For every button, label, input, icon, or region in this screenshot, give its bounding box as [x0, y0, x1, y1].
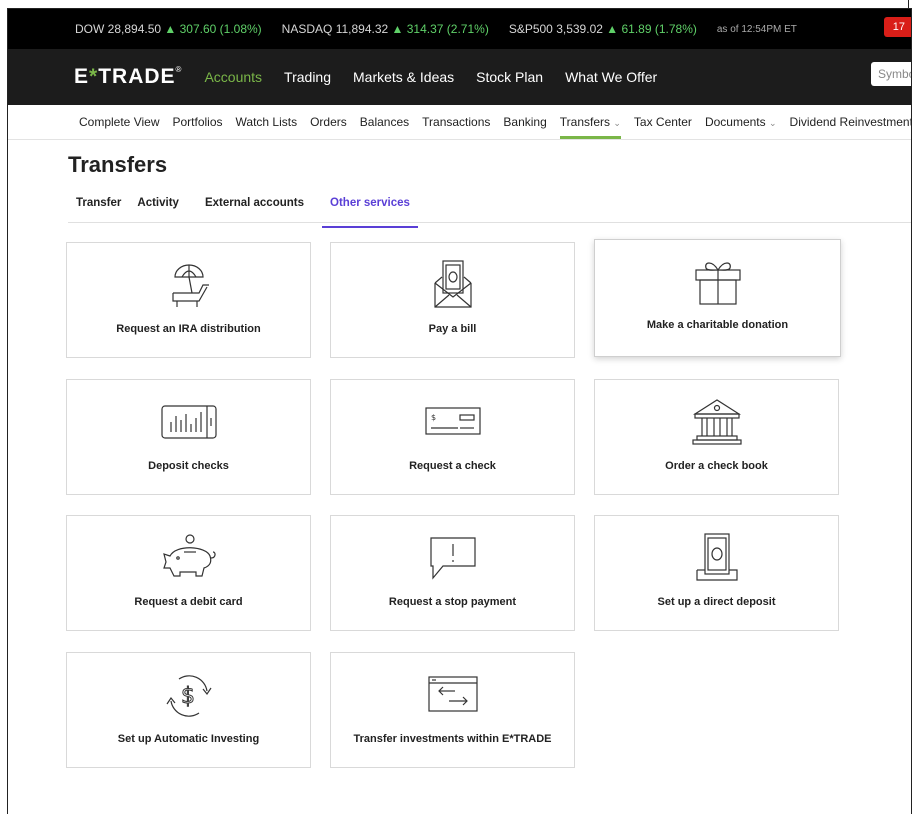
gift-icon	[595, 254, 840, 310]
service-label: Transfer investments within E*TRADE	[353, 733, 552, 745]
tab-transfer[interactable]: Transfer	[68, 197, 121, 222]
nav-what-we-offer[interactable]: What We Offer	[565, 69, 657, 85]
subnav-dividend-reinvestment[interactable]: Dividend Reinvestment	[790, 115, 911, 129]
page-title: Transfers	[68, 152, 168, 177]
main-nav: E*TRADE® Accounts Trading Markets & Idea…	[8, 49, 911, 105]
deposit-slot-icon	[595, 530, 838, 586]
nav-stock-plan[interactable]: Stock Plan	[476, 69, 543, 85]
service-card-charitable-donation[interactable]: Make a charitable donation	[594, 239, 841, 357]
subnav-watch-lists[interactable]: Watch Lists	[236, 115, 298, 129]
check-icon: $	[331, 394, 574, 450]
service-label: Request a debit card	[134, 596, 243, 608]
subnav-portfolios[interactable]: Portfolios	[172, 115, 222, 129]
svg-text:$: $	[431, 413, 436, 422]
subnav-transfers[interactable]: Transfers ⌄	[559, 115, 622, 139]
alert-bubble-icon	[331, 530, 574, 586]
service-label: Set up Automatic Investing	[117, 733, 260, 745]
service-card-request-check[interactable]: $ Request a check	[330, 379, 575, 495]
service-label: Request a stop payment	[388, 596, 517, 608]
tab-external-accounts[interactable]: External accounts	[197, 197, 304, 222]
service-card-ira-distribution[interactable]: Request an IRA distribution	[66, 242, 311, 358]
nav-accounts[interactable]: Accounts	[204, 69, 262, 85]
symbol-search-input[interactable]: Symbol	[871, 62, 911, 86]
service-label: Deposit checks	[148, 460, 229, 472]
transfer-window-icon	[331, 667, 574, 723]
service-label: Request a check	[409, 460, 496, 472]
dollar-cycle-icon: $	[67, 667, 310, 723]
service-card-order-check-book[interactable]: Order a check book	[594, 379, 839, 495]
envelope-cash-icon	[331, 257, 574, 313]
service-card-direct-deposit[interactable]: Set up a direct deposit	[594, 515, 839, 631]
mobile-check-icon	[67, 394, 310, 450]
subnav-transactions[interactable]: Transactions	[422, 115, 490, 129]
chevron-down-icon: ⌄	[768, 118, 777, 128]
svg-text:$: $	[181, 684, 195, 709]
transfer-tabs: Transfer Activity External accounts Othe…	[68, 197, 911, 228]
ticker-sp500[interactable]: S&P500 3,539.02 ▲ 61.89 (1.78%)	[509, 22, 697, 36]
subnav-orders[interactable]: Orders	[310, 115, 347, 129]
notification-badge[interactable]: 17	[883, 17, 911, 37]
service-label: Make a charitable donation	[646, 319, 789, 331]
tab-activity[interactable]: Activity	[129, 197, 179, 222]
subnav-tax-center[interactable]: Tax Center	[634, 115, 692, 129]
service-label: Request an IRA distribution	[116, 323, 261, 335]
bank-icon	[595, 394, 838, 450]
subnav-documents[interactable]: Documents ⌄	[705, 115, 777, 129]
piggy-bank-icon	[67, 530, 310, 586]
nav-trading[interactable]: Trading	[284, 69, 331, 85]
subnav-complete-view[interactable]: Complete View	[79, 115, 159, 129]
service-label: Pay a bill	[428, 323, 477, 335]
ticker-nasdaq[interactable]: NASDAQ 11,894.32 ▲ 314.37 (2.71%)	[282, 22, 489, 36]
service-card-stop-payment[interactable]: Request a stop payment	[330, 515, 575, 631]
account-subnav: Complete View Portfolios Watch Lists Ord…	[8, 105, 911, 140]
service-card-pay-bill[interactable]: Pay a bill	[330, 242, 575, 358]
browser-frame: DOW 28,894.50 ▲ 307.60 (1.08%) NASDAQ 11…	[7, 8, 912, 814]
subnav-balances[interactable]: Balances	[360, 115, 409, 129]
ticker-dow[interactable]: DOW 28,894.50 ▲ 307.60 (1.08%)	[75, 22, 262, 36]
service-card-transfer-investments[interactable]: Transfer investments within E*TRADE	[330, 652, 575, 768]
tab-other-services[interactable]: Other services	[322, 197, 418, 228]
etrade-logo[interactable]: E*TRADE®	[74, 65, 182, 89]
service-card-deposit-checks[interactable]: Deposit checks	[66, 379, 311, 495]
service-label: Set up a direct deposit	[657, 596, 776, 608]
service-card-debit-card[interactable]: Request a debit card	[66, 515, 311, 631]
market-ticker: DOW 28,894.50 ▲ 307.60 (1.08%) NASDAQ 11…	[8, 9, 911, 49]
ticker-timestamp: as of 12:54PM ET	[716, 23, 797, 35]
service-card-automatic-investing[interactable]: $ Set up Automatic Investing	[66, 652, 311, 768]
nav-markets-ideas[interactable]: Markets & Ideas	[353, 69, 454, 85]
subnav-banking[interactable]: Banking	[503, 115, 546, 129]
beach-chair-icon	[67, 257, 310, 313]
chevron-down-icon: ⌄	[613, 118, 621, 128]
window-edge	[908, 0, 909, 8]
service-label: Order a check book	[665, 460, 768, 472]
